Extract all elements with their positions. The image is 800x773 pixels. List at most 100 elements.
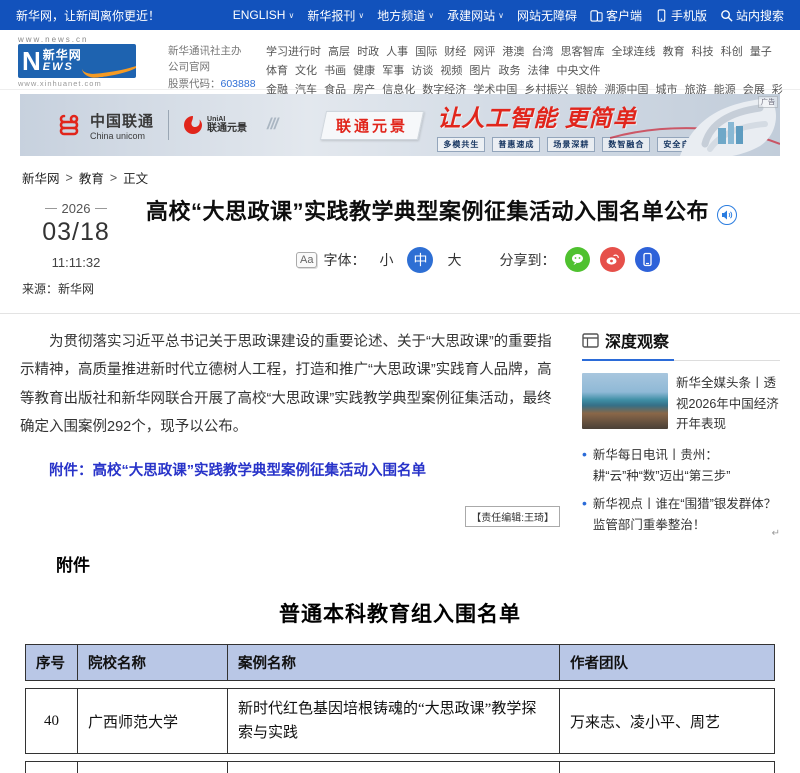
sidebar-depth-watch: 深度观察 新华全媒头条丨透视2026年中国经济开年表现 •新华每日电讯丨贵州：耕…	[582, 328, 780, 535]
chevron-down-icon: ∨	[288, 11, 294, 20]
menu-accessibility[interactable]: 网站无障碍	[517, 7, 577, 24]
list-item[interactable]: •新华视点丨谁在“围猎”银发群体？ 监管部门重拳整治！	[582, 494, 780, 535]
cell-seq: 40	[26, 689, 78, 753]
time: 11:11:32	[20, 255, 132, 270]
search-icon	[720, 9, 733, 22]
logo-swoosh	[81, 59, 136, 78]
site-search[interactable]: 站内搜索	[720, 7, 784, 24]
cell-case: 新时代红色基因培根铸魂的“大思政课”教学探索与实践	[228, 689, 560, 753]
menu-local-channels[interactable]: 地方频道∨	[377, 7, 434, 24]
article-paragraph: 为贯彻落实习近平总书记关于思政课建设的重要论述、关于“大思政课”的重要指示精神，…	[20, 328, 560, 441]
logo-url-top: www.news.cn	[18, 35, 168, 44]
banner-tag: 普惠速成	[492, 137, 540, 152]
page-title: 高校“大思政课”实践教学典型案例征集活动入围名单公布	[146, 199, 709, 224]
banner-divider	[168, 110, 169, 140]
font-medium-button[interactable]: 中	[407, 247, 433, 273]
stock-line: 股票代码：603888	[168, 76, 260, 92]
org-info: 新华通讯社主办 公司官网 股票代码：603888	[168, 43, 260, 92]
breadcrumb-education[interactable]: 教育	[79, 168, 104, 187]
header-cell-team: 作者团队	[560, 645, 776, 680]
chevron-down-icon: ∨	[498, 11, 504, 20]
date-block: 2026 03/18 11:11:32 来源：新华网	[20, 197, 132, 297]
article-body: 为贯彻落实习近平总书记关于思政课建设的重要论述、关于“大思政课”的重要指示精神，…	[20, 328, 560, 535]
menu-hosted-sites[interactable]: 承建网站∨	[447, 7, 504, 24]
unicom-name-cn: 中国联通	[90, 110, 154, 131]
featured-headline[interactable]: 新华全媒头条丨透视2026年中国经济开年表现	[676, 373, 780, 435]
list-item[interactable]: •新华每日电讯丨贵州：耕“云”种“数”迈出“第三步”	[582, 445, 780, 486]
stock-code: 603888	[221, 78, 256, 90]
mobile-phone-icon	[655, 9, 668, 22]
masthead: www.news.cn N 新华网 EWS www.xinhuanet.com …	[0, 30, 800, 90]
china-unicom-knot-icon	[54, 110, 84, 140]
sidebar-featured-story[interactable]: 新华全媒头条丨透视2026年中国经济开年表现	[582, 373, 780, 435]
yuanjing-badge: 联通元景	[320, 111, 424, 140]
menu-english[interactable]: ENGLISH∨	[233, 8, 295, 22]
header-cell-seq: 序号	[26, 645, 78, 680]
ad-label: 广告	[758, 96, 778, 108]
breadcrumb: 新华网 > 教育 > 正文	[22, 168, 800, 187]
editor-credit: 【责任编辑:王琦】	[465, 506, 560, 527]
org-line1: 新华通讯社主办	[168, 43, 260, 59]
font-label: 字体：	[323, 250, 365, 270]
logo-url-bottom: www.xinhuanet.com	[18, 79, 168, 88]
article-header: 2026 03/18 11:11:32 来源：新华网 高校“大思政课”实践教学典…	[0, 197, 800, 297]
menu-mobile-version[interactable]: 手机版	[655, 7, 707, 24]
share-weibo-button[interactable]	[600, 247, 625, 272]
table-title: 普通本科教育组入围名单	[0, 598, 800, 628]
share-mobile-button[interactable]	[635, 247, 660, 272]
masthead-nav-row1[interactable]: 学习进行时 高层 时政 人事 国际 财经 网评 港澳 台湾 思客智库 全球连线 …	[266, 43, 786, 81]
banner-tag: 多模共生	[437, 137, 485, 152]
article-controls: Aa 字体： 小 中 大 分享到：	[296, 247, 780, 273]
cell-team: 万来志、凌小平、周艺	[560, 689, 776, 753]
featured-thumbnail[interactable]	[582, 373, 668, 429]
share-wechat-button[interactable]	[565, 247, 590, 272]
font-size-icon: Aa	[296, 252, 317, 268]
uniai-flame-icon	[183, 115, 203, 135]
ad-banner-unicom[interactable]: 中国联通 China unicom UniAI 联通元景 /// 联通元景 让人…	[20, 94, 780, 156]
main-content: 为贯彻落实习近平总书记关于思政课建设的重要论述、关于“大思政课”的重要指示精神，…	[0, 314, 800, 535]
page: { "icons": { "chevron_down": "∨", "retur…	[0, 0, 800, 682]
chevron-down-icon: ∨	[428, 11, 434, 20]
uniai-label-cn: 联通元景	[207, 123, 247, 134]
header-cell-case: 案例名称	[228, 645, 560, 680]
font-small-button[interactable]: 小	[379, 250, 393, 270]
xinhuanet-logo[interactable]: www.news.cn N 新华网 EWS www.xinhuanet.com	[18, 35, 168, 88]
site-slogan: 新华网，让新闻离你更近！	[16, 7, 160, 24]
speaker-icon	[721, 209, 733, 221]
unicom-name-en: China unicom	[90, 131, 154, 141]
newspaper-icon	[582, 333, 599, 348]
table-header-row: 序号 院校名称 案例名称 作者团队	[25, 644, 775, 681]
bullet-icon: •	[582, 445, 587, 486]
header-cell-school: 院校名称	[78, 645, 228, 680]
font-large-button[interactable]: 大	[447, 250, 461, 270]
mobile-phone-icon	[640, 252, 655, 267]
sidebar-list: •新华每日电讯丨贵州：耕“云”种“数”迈出“第三步” •新华视点丨谁在“围猎”银…	[582, 445, 780, 536]
bullet-icon: •	[582, 494, 587, 535]
table-row: 40 广西师范大学 新时代红色基因培根铸魂的“大思政课”教学探索与实践 万来志、…	[25, 688, 775, 754]
banner-slashes: ///	[267, 116, 277, 134]
weibo-icon	[605, 252, 620, 267]
menu-app-client[interactable]: 客户端	[590, 7, 642, 24]
table-row-partial	[25, 761, 775, 773]
year: 2026	[20, 201, 132, 216]
top-bar: 新华网，让新闻离你更近！ ENGLISH∨ 新华报刊∨ 地方频道∨ 承建网站∨ …	[0, 0, 800, 30]
share-label: 分享到：	[499, 250, 555, 270]
wechat-icon	[570, 252, 585, 267]
attachment-section-label: 附件	[56, 551, 800, 576]
unicom-brand: 中国联通 China unicom	[54, 110, 154, 141]
logo-mark: N 新华网 EWS	[18, 44, 136, 78]
attachment-link[interactable]: 附件：高校“大思政课”实践教学典型案例征集活动入围名单	[49, 459, 426, 480]
sidebar-title: 深度观察	[605, 328, 669, 352]
breadcrumb-home[interactable]: 新华网	[22, 168, 60, 187]
shortlist-table: 序号 院校名称 案例名称 作者团队 40 广西师范大学 新时代红色基因培根铸魂的…	[25, 644, 775, 773]
return-arrow-icon: ↵	[772, 528, 780, 539]
app-client-icon	[590, 9, 603, 22]
source-name[interactable]: 新华网	[58, 282, 94, 296]
menu-xinhua-papers[interactable]: 新华报刊∨	[307, 7, 364, 24]
sidebar-header: 深度观察	[582, 328, 780, 361]
uniai-brand: UniAI 联通元景	[183, 115, 247, 135]
robot-hand-graphic	[610, 94, 780, 156]
banner-tag: 场景深耕	[547, 137, 595, 152]
date: 03/18	[20, 218, 132, 247]
audio-play-button[interactable]	[717, 205, 737, 225]
